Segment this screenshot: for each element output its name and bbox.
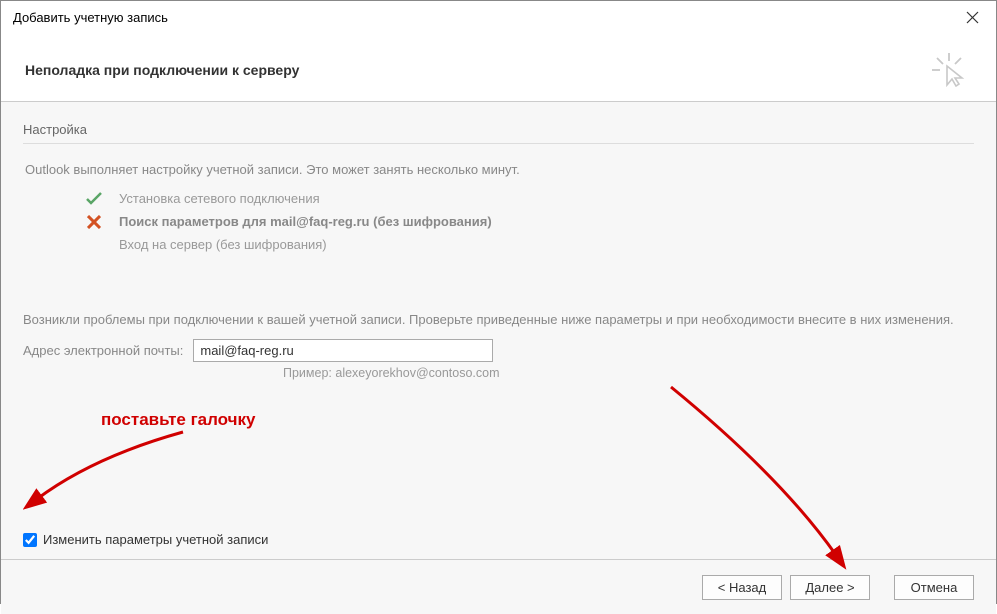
titlebar: Добавить учетную запись <box>1 1 996 31</box>
section-label: Настройка <box>23 122 974 137</box>
change-settings-checkbox[interactable] <box>23 533 37 547</box>
status-text: Вход на сервер (без шифрования) <box>119 237 327 252</box>
status-row-search: Поиск параметров для mail@faq-reg.ru (бе… <box>85 214 974 229</box>
annotation-label: поставьте галочку <box>101 410 255 430</box>
status-row-login: Вход на сервер (без шифрования) <box>85 237 974 252</box>
header-title: Неполадка при подключении к серверу <box>25 62 299 78</box>
status-text: Поиск параметров для mail@faq-reg.ru (бе… <box>119 214 492 229</box>
cancel-button[interactable]: Отмена <box>894 575 974 600</box>
annotation-arrow-left <box>23 427 203 512</box>
annotation-arrow-right <box>661 377 881 577</box>
close-icon <box>966 11 979 24</box>
dialog-content: Настройка Outlook выполняет настройку уч… <box>1 102 996 559</box>
cursor-click-icon <box>932 53 966 87</box>
error-x-icon <box>85 215 103 229</box>
status-intro: Outlook выполняет настройку учетной запи… <box>25 162 974 177</box>
dialog-header: Неполадка при подключении к серверу <box>1 31 996 102</box>
check-icon <box>85 192 103 206</box>
email-label: Адрес электронной почты: <box>23 343 183 358</box>
problem-text: Возникли проблемы при подключении к ваше… <box>23 312 974 327</box>
email-example: Пример: alexeyorekhov@contoso.com <box>283 366 974 380</box>
checkbox-label: Изменить параметры учетной записи <box>43 532 268 547</box>
close-button[interactable] <box>958 7 986 27</box>
change-settings-checkbox-row[interactable]: Изменить параметры учетной записи <box>23 532 268 547</box>
next-button[interactable]: Далее > <box>790 575 870 600</box>
email-row: Адрес электронной почты: <box>23 339 974 362</box>
email-input[interactable] <box>193 339 493 362</box>
status-text: Установка сетевого подключения <box>119 191 320 206</box>
window-title: Добавить учетную запись <box>13 10 168 25</box>
divider <box>23 143 974 144</box>
status-row-connection: Установка сетевого подключения <box>85 191 974 206</box>
dialog-footer: < Назад Далее > Отмена <box>1 559 996 614</box>
back-button[interactable]: < Назад <box>702 575 782 600</box>
